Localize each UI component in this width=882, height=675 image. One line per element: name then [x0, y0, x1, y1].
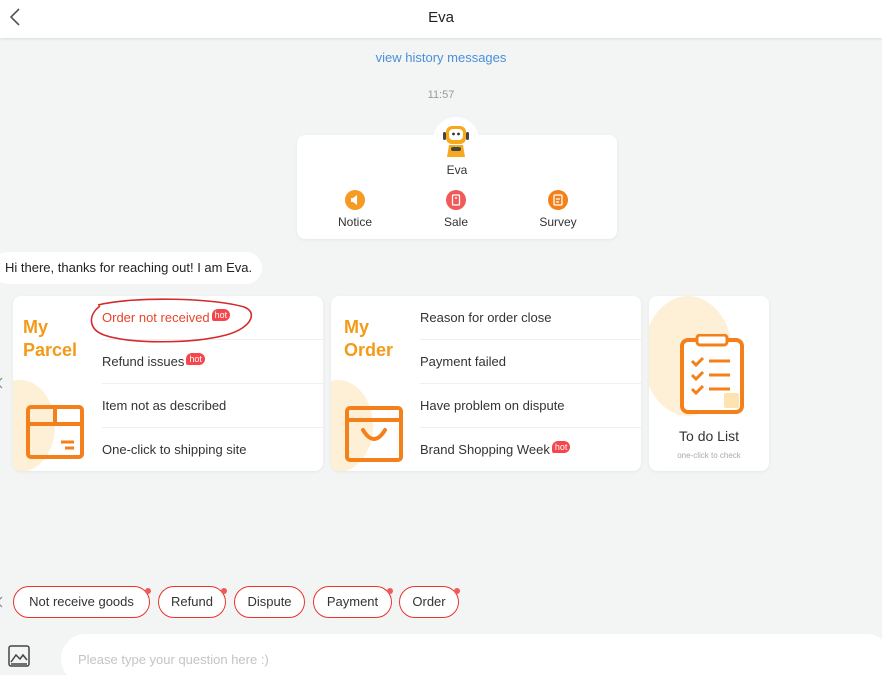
image-upload-icon[interactable] — [8, 645, 30, 667]
shipping-site-item[interactable]: One-click to shipping site — [102, 428, 323, 471]
chat-title: Eva — [428, 9, 454, 26]
greeting-message: Hi there, thanks for reaching out! I am … — [0, 252, 263, 284]
view-history-link[interactable]: view history messages — [0, 50, 882, 65]
question-input[interactable] — [61, 634, 882, 675]
todo-list-title: To do List — [679, 428, 739, 444]
order-close-reason-item[interactable]: Reason for order close — [420, 296, 641, 340]
sale-tag-icon — [446, 190, 466, 210]
quick-reply-refund[interactable]: Refund — [158, 586, 227, 618]
robot-avatar-icon — [443, 126, 469, 157]
parcel-menu-list: Order not received hot Refund issues hot I… — [102, 296, 323, 471]
order-card-title: My Order — [344, 317, 394, 360]
todo-list-card[interactable]: To do List one-click to check — [649, 296, 769, 471]
survey-icon — [548, 190, 568, 210]
message-timestamp: 11:57 — [427, 89, 455, 101]
order-menu-list: Reason for order close Payment failed Ha… — [420, 296, 641, 471]
parcel-card-title: My Parcel — [23, 317, 78, 360]
refund-issues-item[interactable]: Refund issues hot — [102, 340, 323, 384]
quick-reply-payment[interactable]: Payment — [313, 586, 393, 618]
chat-header: Eva — [0, 0, 882, 38]
shopping-bag-icon — [345, 406, 403, 462]
bot-avatar — [433, 117, 479, 163]
bot-name: Eva — [446, 163, 468, 177]
quick-reply-not-receive-goods[interactable]: Not receive goods — [13, 586, 151, 618]
scroll-left-icon[interactable] — [0, 596, 4, 608]
dispute-problem-item[interactable]: Have problem on dispute — [420, 384, 641, 428]
payment-failed-item[interactable]: Payment failed — [420, 340, 641, 384]
order-not-received-item[interactable]: Order not received hot — [102, 296, 323, 340]
brand-shopping-week-item[interactable]: Brand Shopping Week hot — [420, 428, 641, 471]
parcel-box-icon — [26, 405, 84, 459]
sale-button[interactable]: Sale — [426, 190, 486, 229]
scroll-left-icon[interactable] — [0, 377, 4, 389]
hot-badge: hot — [211, 309, 231, 321]
survey-button[interactable]: Survey — [528, 190, 588, 229]
clipboard-checklist-icon — [680, 334, 744, 414]
hot-badge: hot — [186, 353, 205, 365]
hot-badge: hot — [551, 441, 571, 453]
my-parcel-card: My Parcel Order not received hot Refund i… — [13, 296, 323, 471]
quick-reply-dispute[interactable]: Dispute — [234, 586, 305, 618]
todo-list-subtitle: one-click to check — [677, 451, 741, 460]
my-order-card: My Order Reason for order close Payment … — [331, 296, 641, 471]
megaphone-icon — [345, 190, 365, 210]
item-not-as-described-item[interactable]: Item not as described — [102, 384, 323, 428]
quick-reply-order[interactable]: Order — [399, 586, 460, 618]
notice-button[interactable]: Notice — [325, 190, 385, 229]
